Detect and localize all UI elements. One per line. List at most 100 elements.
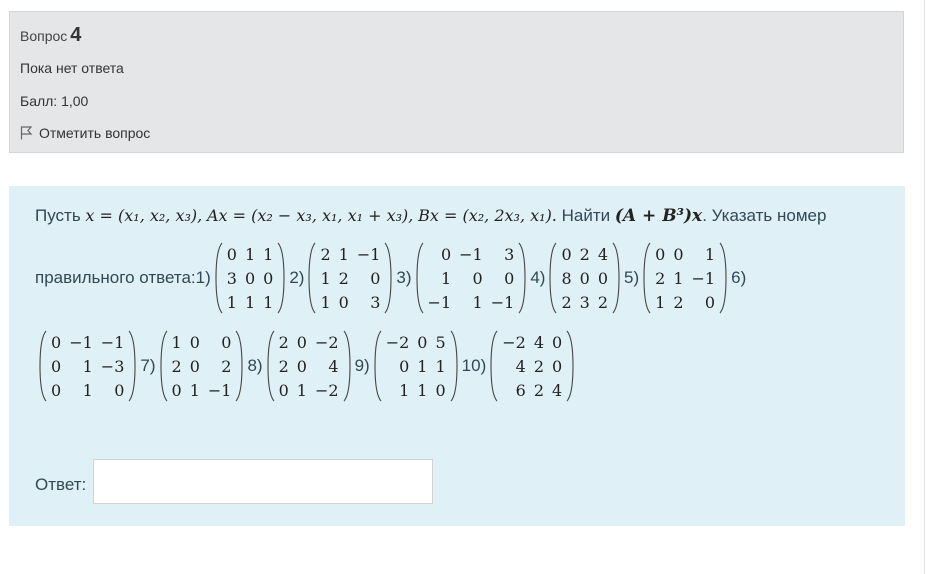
matrix-cell: 3 — [504, 244, 515, 264]
options-row-1: правильного ответа: 1) 0 1 1 3 0 0 1 1 1 2) 2 1 −1 1 2 0… — [35, 242, 746, 314]
left-paren — [215, 242, 223, 314]
right-paren — [343, 330, 351, 402]
matrix-cell: 2 — [597, 292, 609, 312]
option-matrix: 2 0 −2 2 0 4 0 1 −2 — [267, 330, 351, 402]
right-paren — [236, 330, 244, 402]
matrix-cell: −1 — [427, 292, 452, 312]
matrix-cell: 1 — [399, 380, 410, 400]
matrix-grid: 2 1 −1 1 2 0 1 0 3 — [316, 242, 384, 314]
option-label: 7) — [140, 356, 156, 375]
matrix-grid: −2 0 5 0 1 1 1 1 0 — [382, 330, 450, 402]
matrix-cell: −1 — [207, 380, 232, 400]
matrix-cell: 0 — [296, 332, 307, 352]
matrix-cell: 0 — [296, 356, 307, 376]
matrix-cell: 1 — [82, 356, 93, 376]
right-paren — [566, 330, 574, 402]
option-matrix: −2 4 0 4 2 0 6 2 4 — [490, 330, 574, 402]
right-paren — [612, 242, 620, 314]
matrix-cell: 0 — [399, 356, 410, 376]
matrix-cell: 4 — [328, 356, 339, 376]
right-paren — [128, 330, 136, 402]
question-number: 4 — [70, 24, 82, 46]
flag-question-link[interactable]: Отметить вопрос — [20, 125, 150, 141]
matrix-cell: 0 — [51, 332, 62, 352]
matrix-cell: 1 — [673, 268, 684, 288]
matrix-grid: 2 0 −2 2 0 4 0 1 −2 — [275, 330, 343, 402]
matrix-cell: −1 — [356, 244, 381, 264]
matrix-cell: 0 — [435, 380, 446, 400]
option-label: 1) — [195, 268, 211, 287]
left-paren — [39, 330, 47, 402]
matrix-cell: 0 — [226, 244, 237, 264]
matrix-cell: 1 — [435, 356, 446, 376]
matrix-cell: 1 — [263, 244, 274, 264]
left-paren — [308, 242, 316, 314]
answer-input[interactable] — [93, 459, 433, 504]
option-label: 4) — [530, 268, 546, 287]
matrix-cell: 1 — [82, 380, 93, 400]
option-matrix: 011300111 — [215, 242, 286, 314]
matrix-cell: −1 — [490, 292, 515, 312]
option-matrix: 1 0 0 2 0 2 0 1 −1 — [159, 330, 244, 402]
matrix-cell: 4 — [533, 332, 545, 352]
matrix-grid: 0 −1 3 1 0 0 −1 1 −1 — [424, 242, 519, 314]
question-content: Пусть x = (x₁, x₂, x₃), Ax = (x₂ − x₃, x… — [9, 186, 905, 526]
matrix-cell: −2 — [314, 380, 339, 400]
matrix-cell: −2 — [385, 332, 410, 352]
matrix-cell: 1 — [171, 332, 182, 352]
page-divider — [924, 0, 925, 574]
matrix-cell: 0 — [417, 332, 428, 352]
matrix-grid: −2 4 0 4 2 0 6 2 4 — [498, 330, 566, 402]
matrix-cell: 2 — [278, 356, 289, 376]
left-paren — [374, 330, 382, 402]
question-state: Пока нет ответа — [20, 60, 124, 76]
matrix-cell: 1 — [244, 244, 256, 264]
matrix-cell: 0 — [171, 380, 182, 400]
matrix-cell: 0 — [673, 244, 684, 264]
matrix-cell: 0 — [561, 244, 572, 264]
matrix-cell: 0 — [189, 356, 200, 376]
matrix-cell: 0 — [655, 244, 666, 264]
right-paren — [719, 242, 727, 314]
matrix-cell: 0 — [504, 268, 515, 288]
matrix-cell: 2 — [338, 268, 349, 288]
option-label: 10) — [461, 356, 487, 375]
matrix-cell: 4 — [515, 356, 526, 376]
left-paren — [159, 330, 167, 402]
find-word: Найти — [561, 206, 611, 225]
matrix-cell: −1 — [459, 244, 483, 264]
question-text: Пусть x = (x₁, x₂, x₃), Ax = (x₂ − x₃, x… — [35, 206, 895, 226]
matrix-cell: 1 — [263, 292, 274, 312]
matrix-cell: 0 — [704, 292, 716, 312]
matrix-cell: 1 — [417, 356, 428, 376]
matrix-cell: 1 — [244, 292, 256, 312]
matrix-cell: 2 — [655, 268, 666, 288]
matrix-cell: 1 — [417, 380, 428, 400]
matrix-cell: 1 — [704, 244, 716, 264]
def-a: Ax = (x₂ − x₃, x₁, x₁ + x₃), — [206, 206, 414, 225]
matrix-cell: 1 — [655, 292, 666, 312]
matrix-cell: −1 — [69, 332, 93, 352]
right-paren — [277, 242, 285, 314]
def-b: Bx = (x₂, 2x₃, x₁). — [418, 206, 557, 225]
right-paren — [518, 242, 526, 314]
matrix-grid: 0 0 1 2 1 −1 1 2 0 — [651, 242, 719, 314]
matrix-cell: 1 — [226, 292, 237, 312]
matrix-cell: 1 — [440, 268, 452, 288]
option-matrix: 2 1 −1 1 2 0 1 0 3 — [308, 242, 392, 314]
matrix-cell: 0 — [579, 268, 590, 288]
matrix-cell: 0 — [263, 268, 274, 288]
matrix-cell: −2 — [502, 332, 526, 352]
matrix-cell: 4 — [597, 244, 609, 264]
question-lead: Пусть — [35, 206, 81, 225]
matrix-cell: −3 — [100, 356, 125, 376]
matrix-cell: 3 — [370, 292, 381, 312]
matrix-cell: 1 — [472, 292, 483, 312]
matrix-cell: 1 — [338, 244, 349, 264]
question-word: Вопрос — [20, 28, 68, 44]
matrix-cell: 3 — [226, 268, 237, 288]
matrix-cell: 0 — [552, 356, 563, 376]
matrix-cell: 2 — [533, 380, 545, 400]
matrix-cell: 0 — [597, 268, 609, 288]
matrix-cell: 0 — [221, 332, 232, 352]
